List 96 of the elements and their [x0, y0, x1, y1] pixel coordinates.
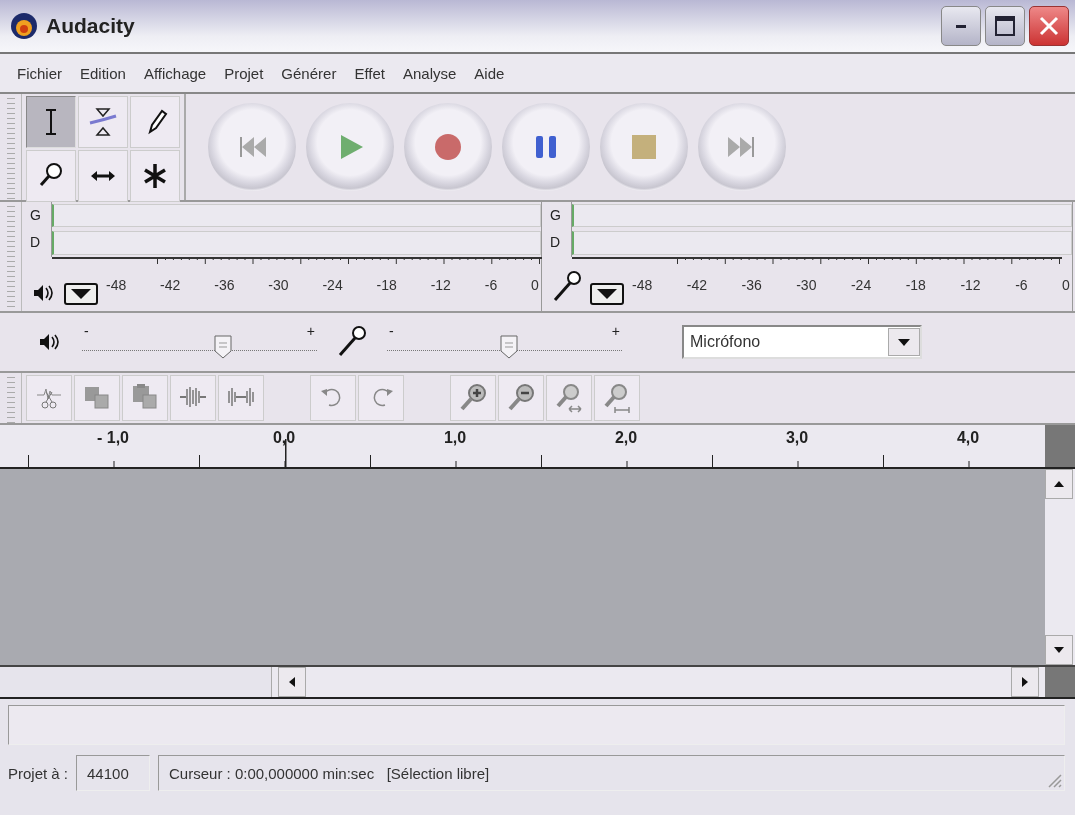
toolbar-button[interactable] [310, 375, 356, 421]
toolbar-button[interactable] [74, 375, 120, 421]
close-button[interactable] [1029, 6, 1069, 46]
toolbar-button[interactable] [26, 375, 72, 421]
caret-icon [289, 677, 295, 687]
input-source-dropdown[interactable]: Micrófono [682, 325, 922, 359]
tool-button[interactable] [78, 96, 128, 148]
scale-label: -36 [741, 276, 762, 293]
scale-label: -48 [106, 276, 127, 293]
volume-slider[interactable]: - + [387, 325, 622, 359]
stop-icon [630, 133, 658, 161]
toolbar-button[interactable] [218, 375, 264, 421]
slider-thumb[interactable] [214, 335, 232, 359]
ruler-label: 2,0 [614, 429, 638, 447]
toolbar-button[interactable] [594, 375, 640, 421]
rate-field[interactable]: 44100 [76, 755, 151, 791]
microphone-icon [337, 326, 367, 358]
scale-label: -12 [430, 276, 451, 293]
caret-icon [71, 289, 91, 299]
vertical-scrollbar[interactable] [1045, 469, 1075, 665]
scroll-up-button[interactable] [1045, 469, 1073, 499]
maximize-button[interactable] [985, 6, 1025, 46]
tool-button[interactable] [130, 96, 180, 148]
scale-label: 0 [1062, 276, 1070, 293]
ruler-corner [1045, 425, 1075, 467]
rate-label: Projet à : [8, 764, 69, 782]
i-beam-icon [45, 109, 57, 135]
toolbar-button[interactable] [546, 375, 592, 421]
menu-item[interactable]: Projet [215, 64, 273, 82]
tool-button[interactable] [78, 150, 128, 202]
tool-button[interactable] [26, 150, 76, 202]
scale-label: -48 [632, 276, 653, 293]
speaker-icon [32, 283, 56, 303]
scale-label: -24 [322, 276, 343, 293]
menu-item[interactable]: Effet [345, 64, 394, 82]
menu-item[interactable]: Fichier [8, 64, 71, 82]
scale-label: -6 [1015, 276, 1028, 293]
scale-label: -30 [268, 276, 289, 293]
ruler-label: 1,0 [443, 429, 467, 447]
toolbar-button[interactable] [122, 375, 168, 421]
ruler-label: 3,0 [785, 429, 809, 447]
scale-label: -42 [686, 276, 707, 293]
menu-item[interactable]: Aide [465, 64, 514, 82]
toolbar-button[interactable] [170, 375, 216, 421]
zoom-fit-icon [555, 383, 583, 413]
caret-icon [1054, 647, 1064, 653]
scale-label: -42 [160, 276, 181, 293]
scale-label: 0 [531, 276, 539, 293]
scroll-left-button[interactable] [278, 667, 306, 697]
ruler-label: 4,0 [956, 429, 980, 447]
menu-item[interactable]: Analyse [394, 64, 466, 82]
caret-icon [597, 289, 617, 299]
scale-label: -6 [484, 276, 498, 293]
volume-slider[interactable]: - + [82, 325, 317, 359]
tool-button[interactable] [130, 150, 180, 202]
slider-max-label: + [306, 323, 315, 339]
caret-icon [898, 338, 910, 346]
window-title: Audacity [46, 14, 136, 38]
caret-icon [1022, 677, 1028, 687]
zoom-in-icon [459, 383, 487, 413]
scale-label: -18 [905, 276, 926, 293]
scale-label: -30 [796, 276, 817, 293]
slider-min-label: - [84, 323, 89, 339]
zoom-toggle-icon [603, 383, 631, 413]
ruler-label: - 1,0 [97, 429, 129, 447]
zoom-out-icon [507, 383, 535, 413]
envelope-icon [89, 106, 117, 138]
microphone-icon [552, 271, 582, 303]
meter-menu-button[interactable] [590, 283, 624, 305]
maximize-icon [994, 15, 1016, 37]
scale-label: -36 [214, 276, 235, 293]
menu-item[interactable]: Générer [272, 64, 346, 82]
scale-label: -12 [960, 276, 981, 293]
scale-label: -24 [850, 276, 872, 293]
scroll-right-button[interactable] [1011, 667, 1039, 697]
ruler-label: 0,0 [272, 429, 296, 447]
minimize-icon [956, 24, 966, 28]
caret-icon [1054, 481, 1064, 487]
scrollbar-corner [1045, 667, 1075, 697]
slider-max-label: + [611, 323, 620, 339]
menu-item[interactable]: Affichage [134, 64, 216, 82]
toolbar-button[interactable] [498, 375, 544, 421]
scale-label: -18 [376, 276, 397, 293]
slider-thumb[interactable] [500, 335, 519, 359]
close-icon [1038, 15, 1060, 37]
meter-menu-button[interactable] [64, 283, 98, 305]
toolbar-button[interactable] [358, 375, 404, 421]
toolbar-button[interactable] [450, 375, 496, 421]
app-icon [10, 12, 38, 40]
slider-min-label: - [389, 323, 394, 339]
menu-item[interactable]: Edition [71, 64, 135, 82]
record-icon [434, 133, 462, 161]
scroll-down-button[interactable] [1045, 635, 1073, 665]
tool-button[interactable] [26, 96, 76, 148]
cursor-position-text: Curseur : 0:00,000000 min:sec [Sélection libre] [169, 764, 490, 782]
speaker-icon [38, 332, 62, 352]
